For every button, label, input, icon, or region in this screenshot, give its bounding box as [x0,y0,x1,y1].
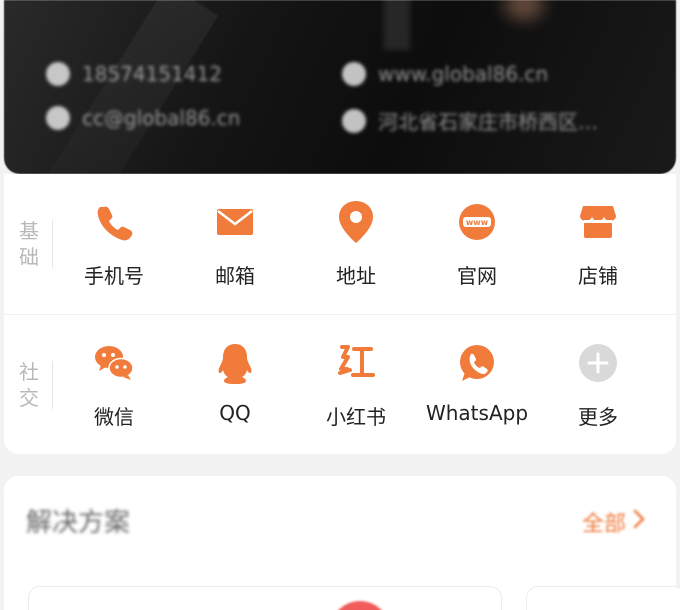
item-wechat-label: 微信 [94,405,134,429]
item-wechat[interactable]: 微信 [54,341,174,433]
item-phone-label: 手机号 [84,264,144,288]
basic-row: 基础 手机号 邮箱 地址 www 官网 店铺 [4,174,676,314]
item-xiaohongshu[interactable]: 小红书 [296,341,416,433]
chevron-right-icon [632,508,646,536]
row-divider [52,220,53,268]
item-more[interactable]: 更多 [538,341,658,433]
item-whatsapp-label: WhatsApp [425,401,529,425]
contact-email-text: cc@global86.cn [82,106,241,130]
social-row: 社交 微信 QQ 小红书 WhatsApp 更多 [4,314,676,454]
mail-icon [213,200,257,244]
phone-small-icon [46,62,70,86]
item-address[interactable]: 地址 [296,200,416,292]
contact-address[interactable]: 河北省石家庄市桥西区… [342,106,598,135]
solution-card[interactable] [526,586,680,610]
whatsapp-icon [455,341,499,385]
item-store-label: 店铺 [578,264,618,288]
wechat-icon [92,341,136,385]
solution-card[interactable] [28,586,502,610]
location-small-icon [342,108,366,133]
item-qq[interactable]: QQ [175,341,295,433]
item-website-label: 官网 [457,264,497,288]
phone-icon [92,200,136,244]
item-email-label: 邮箱 [215,264,255,288]
contact-methods-panel: 基础 手机号 邮箱 地址 www 官网 店铺 社交 微信 QQ 小红书 What… [4,174,676,454]
item-email[interactable]: 邮箱 [175,200,295,292]
solutions-more-label: 全部 [581,512,626,537]
store-icon [576,200,620,244]
business-card-header: 18574151412 cc@global86.cn www.global86.… [4,0,676,174]
contact-phone-text: 18574151412 [82,62,222,86]
solutions-more-link[interactable]: 全部 [582,506,646,538]
xiaohongshu-icon [334,341,378,385]
item-whatsapp[interactable]: WhatsApp [417,341,537,433]
solutions-title: 解决方案 [26,508,131,538]
contact-website-text: www.global86.cn [378,62,549,86]
www-icon: www [455,200,499,244]
item-more-label: 更多 [578,405,618,429]
item-phone[interactable]: 手机号 [54,200,174,292]
svg-text:www: www [466,218,489,227]
contact-email[interactable]: cc@global86.cn [46,106,240,130]
item-website[interactable]: www 官网 [417,200,537,292]
item-address-label: 地址 [336,264,376,288]
qq-penguin-icon [213,341,257,385]
globe-small-icon [342,62,366,86]
item-qq-label: QQ [219,401,251,425]
mail-small-icon [46,106,70,130]
item-store[interactable]: 店铺 [538,200,658,292]
social-row-label: 社交 [19,360,39,410]
plus-icon [576,341,620,385]
contact-address-text: 河北省石家庄市桥西区… [378,110,598,134]
card-background-stripe [29,0,219,174]
card-background-highlight [384,0,410,50]
card-background-glow [504,0,544,20]
contact-phone[interactable]: 18574151412 [46,62,222,86]
item-xiaohongshu-label: 小红书 [326,405,386,429]
contact-website[interactable]: www.global86.cn [342,62,548,86]
location-pin-icon [334,200,378,244]
basic-row-label: 基础 [19,219,39,269]
row-divider [52,361,53,409]
